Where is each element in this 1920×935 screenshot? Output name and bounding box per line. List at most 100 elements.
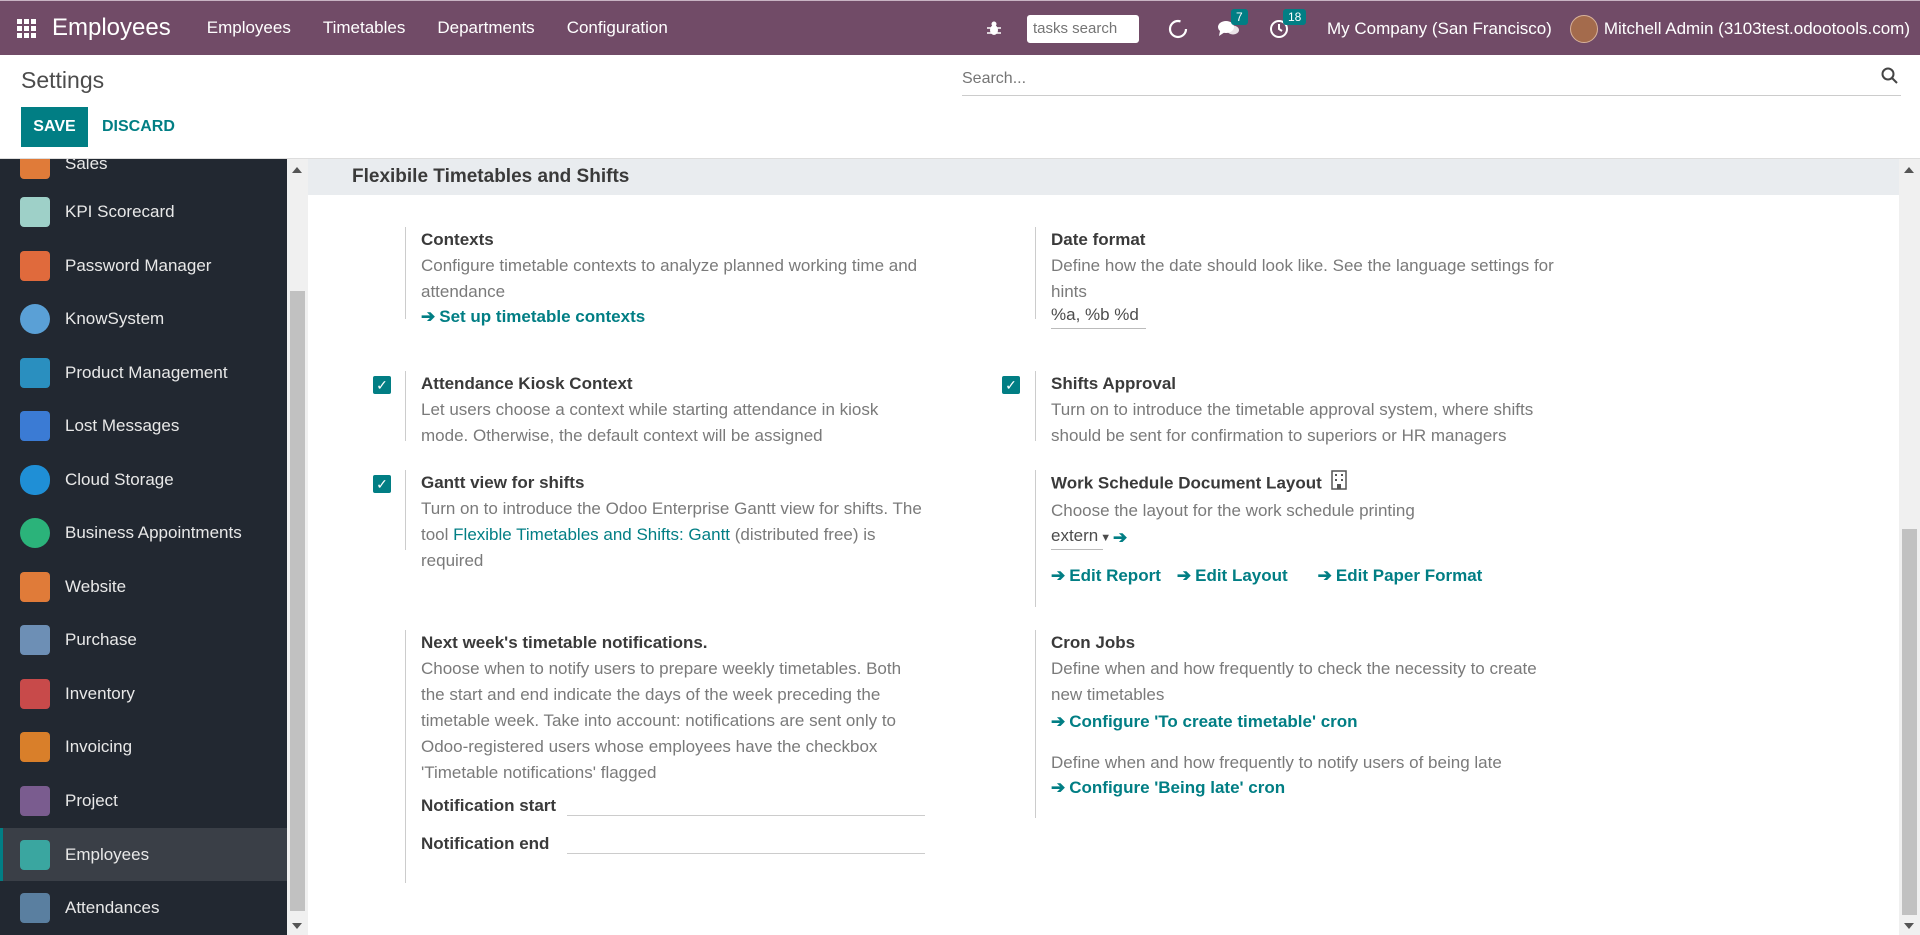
arrow-right-icon: ➔ <box>1113 528 1128 547</box>
scroll-up-arrow-icon[interactable] <box>292 167 302 173</box>
edit-report-button[interactable]: ➔ Edit Report <box>1051 566 1161 586</box>
gantt-view-checkbox[interactable]: ✓ <box>373 475 391 493</box>
save-button[interactable]: SAVE <box>21 107 88 147</box>
messages-count-badge: 7 <box>1231 8 1248 25</box>
notification-end-field[interactable] <box>567 837 925 854</box>
date-format-field[interactable]: %a, %b %d <box>1051 305 1146 329</box>
layout-select[interactable]: extern ▼ <box>1051 526 1111 550</box>
configure-create-timetable-cron-link[interactable]: ➔ Configure 'To create timetable' cron <box>1051 712 1358 732</box>
edit-layout-button[interactable]: ➔ Edit Layout <box>1177 566 1288 586</box>
setting-title: Gantt view for shifts <box>421 473 585 492</box>
refresh-icon[interactable] <box>1167 18 1189 40</box>
sidebar-item-label: Attendances <box>65 897 160 917</box>
setting-description: Turn on to introduce the Odoo Enterprise… <box>421 499 922 570</box>
scroll-up-arrow-icon[interactable] <box>1904 167 1914 173</box>
scroll-down-arrow-icon[interactable] <box>292 923 302 929</box>
sidebar-item-cloud-storage[interactable]: Cloud Storage <box>0 453 287 506</box>
user-avatar[interactable] <box>1569 14 1598 43</box>
gantt-module-link[interactable]: Flexible Timetables and Shifts: Gantt <box>453 525 730 544</box>
setting-title: Attendance Kiosk Context <box>421 374 633 393</box>
scrollbar-thumb[interactable] <box>1902 529 1917 915</box>
sidebar-item-inventory[interactable]: Inventory <box>0 667 287 720</box>
menu-employees[interactable]: Employees <box>207 18 291 38</box>
search-icon[interactable] <box>1881 67 1899 90</box>
knowsystem-icon <box>20 303 50 334</box>
sales-icon <box>20 159 50 179</box>
sidebar-item-knowsystem[interactable]: KnowSystem <box>0 292 287 345</box>
setting-description: Turn on to introduce the timetable appro… <box>1051 400 1534 445</box>
sidebar-item-website[interactable]: Website <box>0 560 287 613</box>
sidebar-item-business-appointments[interactable]: Business Appointments <box>0 506 287 559</box>
top-navbar: Employees Employees Timetables Departmen… <box>0 0 1920 55</box>
setting-title: Date format <box>1051 230 1146 249</box>
setting-shifts-approval: Shifts Approval Turn on to introduce the… <box>1035 371 1555 445</box>
settings-search-input[interactable] <box>962 69 1844 89</box>
content-scrollbar[interactable] <box>1899 159 1920 935</box>
page-title: Settings <box>21 67 105 93</box>
sidebar-item-lost-messages[interactable]: Lost Messages <box>0 399 287 452</box>
control-panel: Settings SAVE DISCARD <box>0 55 1920 159</box>
dropdown-caret-icon: ▼ <box>1100 532 1112 544</box>
discard-button[interactable]: DISCARD <box>96 107 181 147</box>
setting-document-layout: Work Schedule Document Layout Choose the… <box>1035 470 1555 607</box>
configure-being-late-cron-link[interactable]: ➔ Configure 'Being late' cron <box>1051 778 1285 798</box>
sidebar-scrollbar[interactable] <box>287 159 308 935</box>
setting-description: Let users choose a context while startin… <box>421 400 879 445</box>
employees-icon <box>20 839 50 870</box>
sidebar-item-product-management[interactable]: Product Management <box>0 346 287 399</box>
arrow-right-icon: ➔ <box>1051 566 1066 585</box>
sidebar-item-project[interactable]: Project <box>0 774 287 827</box>
setting-title: Work Schedule Document Layout <box>1051 470 1555 498</box>
settings-content: Flexibile Timetables and Shifts Contexts… <box>308 159 1899 935</box>
tasks-search-input[interactable] <box>1027 14 1139 43</box>
sidebar-item-label: Employees <box>65 844 150 864</box>
scroll-down-arrow-icon[interactable] <box>1904 923 1914 929</box>
appointments-icon <box>20 517 50 548</box>
app-brand[interactable]: Employees <box>52 14 171 42</box>
apps-menu-icon[interactable] <box>0 1 52 56</box>
sidebar-item-label: Invoicing <box>65 736 133 756</box>
sidebar-item-label: KPI Scorecard <box>65 201 175 221</box>
debug-bug-icon[interactable] <box>985 20 1003 38</box>
setting-gantt-view: Gantt view for shifts Turn on to introdu… <box>405 470 925 570</box>
menu-timetables[interactable]: Timetables <box>323 18 406 38</box>
kiosk-context-checkbox[interactable]: ✓ <box>373 376 391 394</box>
sidebar-item-label: Business Appointments <box>65 522 242 542</box>
scrollbar-thumb[interactable] <box>290 291 305 911</box>
edit-paper-format-button[interactable]: ➔ Edit Paper Format <box>1318 566 1483 586</box>
sidebar-item-password-manager[interactable]: Password Manager <box>0 239 287 292</box>
purchase-icon <box>20 624 50 655</box>
shifts-approval-checkbox[interactable]: ✓ <box>1002 376 1020 394</box>
sidebar-item-label: Cloud Storage <box>65 469 174 489</box>
arrow-right-icon: ➔ <box>1051 712 1066 731</box>
menu-departments[interactable]: Departments <box>437 18 534 38</box>
sidebar-item-purchase[interactable]: Purchase <box>0 613 287 666</box>
user-menu[interactable]: Mitchell Admin (3103test.odootools.com) <box>1604 19 1910 39</box>
company-building-icon <box>1330 470 1347 498</box>
setting-kiosk-context: Attendance Kiosk Context Let users choos… <box>405 371 925 445</box>
notification-start-field[interactable] <box>567 799 925 816</box>
menu-configuration[interactable]: Configuration <box>567 18 668 38</box>
inventory-icon <box>20 678 50 709</box>
arrow-right-icon: ➔ <box>1317 566 1332 585</box>
section-header: Flexibile Timetables and Shifts <box>308 159 1899 195</box>
setting-description: Define how the date should look like. Se… <box>1051 256 1554 301</box>
setting-description: Define when and how frequently to check … <box>1051 659 1537 704</box>
setup-contexts-link[interactable]: ➔ Set up timetable contexts <box>421 307 645 327</box>
sidebar-item-kpi-scorecard[interactable]: KPI Scorecard <box>0 185 287 238</box>
sidebar-item-invoicing[interactable]: Invoicing <box>0 720 287 773</box>
sidebar-item-label: Website <box>65 576 127 596</box>
sidebar-item-label: Password Manager <box>65 255 212 275</box>
arrow-right-icon: ➔ <box>1051 778 1066 797</box>
company-switcher[interactable]: My Company (San Francisco) <box>1327 19 1552 39</box>
setting-title: Cron Jobs <box>1051 633 1136 652</box>
sidebar-item-attendances[interactable]: Attendances <box>0 881 287 934</box>
project-icon <box>20 785 50 816</box>
open-layout-link[interactable]: ➔ <box>1113 528 1131 548</box>
sidebar-item-employees[interactable]: Employees <box>0 828 287 881</box>
messages-icon[interactable]: 7 <box>1217 8 1248 39</box>
activities-clock-icon[interactable]: 18 <box>1269 8 1307 39</box>
settings-app-sidebar: Sales KPI Scorecard Password Manager Kno… <box>0 159 287 935</box>
arrow-right-icon: ➔ <box>1176 566 1192 585</box>
activities-count-badge: 18 <box>1283 8 1307 25</box>
